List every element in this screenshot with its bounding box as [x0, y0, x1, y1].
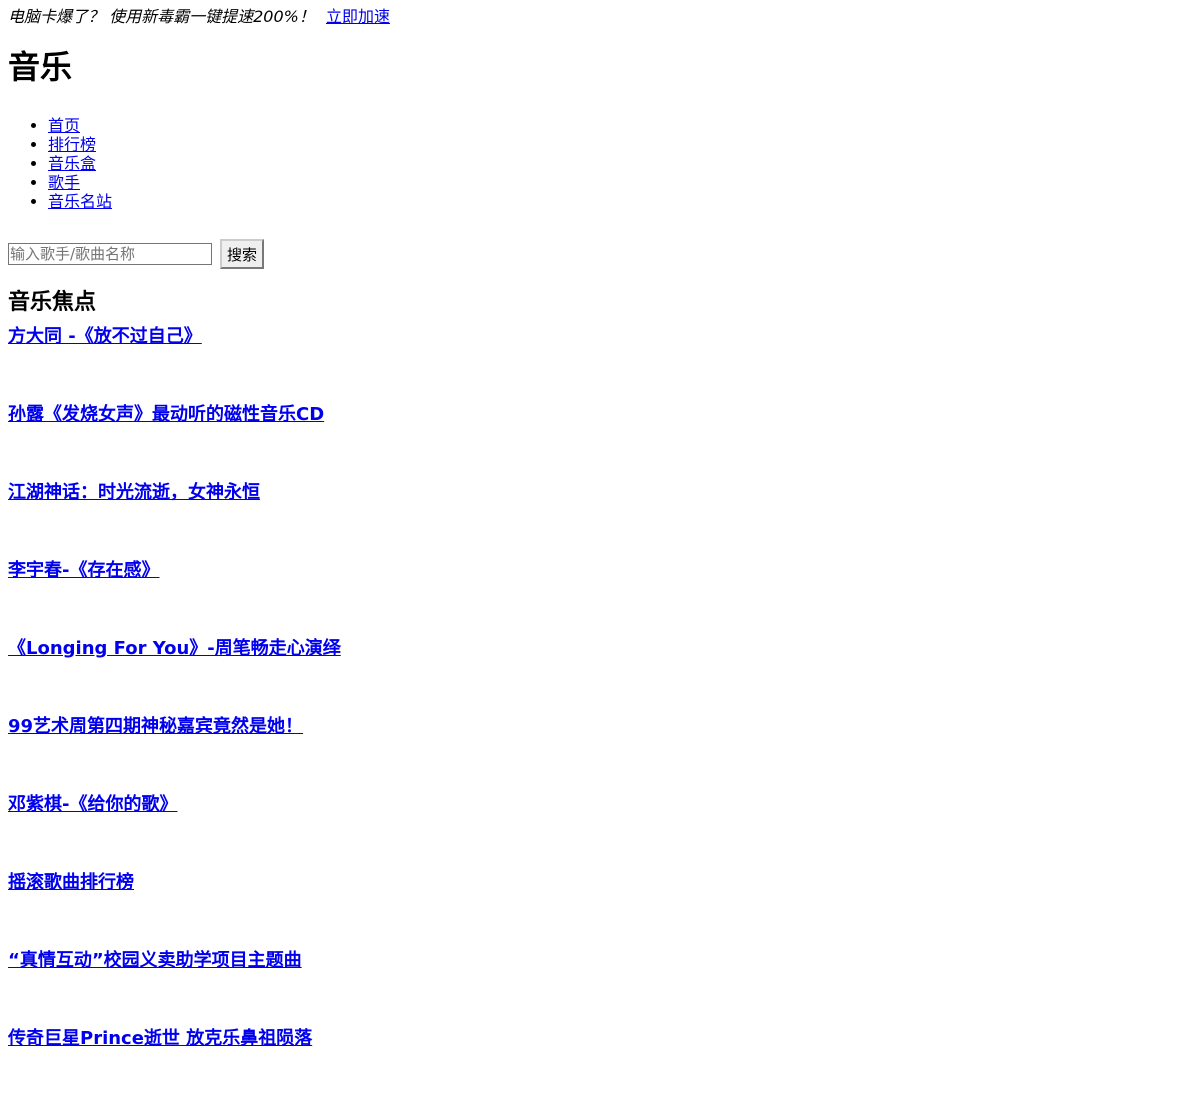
focus-item-link[interactable]: 邓紫棋-《给你的歌》: [8, 794, 177, 815]
focus-item: 孙露《发烧女声》最动听的磁性音乐CD: [8, 403, 1192, 481]
focus-item-link[interactable]: 孙露《发烧女声》最动听的磁性音乐CD: [8, 404, 324, 425]
focus-item-link[interactable]: 方大同 -《放不过自己》: [8, 326, 202, 347]
focus-item-link[interactable]: 江湖神话：时光流逝，女神永恒: [8, 482, 260, 503]
focus-item: “真情互动”校园义卖助学项目主题曲: [8, 949, 1192, 1027]
focus-item: 李宇春-《存在感》: [8, 559, 1192, 637]
focus-item-link[interactable]: 摇滚歌曲排行榜: [8, 872, 134, 893]
focus-item: 江湖神话：时光流逝，女神永恒: [8, 481, 1192, 559]
focus-item: 邓紫棋-《给你的歌》: [8, 793, 1192, 871]
main-nav: 首页 排行榜 音乐盒 歌手 音乐名站: [8, 116, 1192, 211]
promo-banner: 电脑卡爆了？ 使用新毒霸一键提速200%！ 立即加速: [8, 6, 1192, 28]
focus-item: 方大同 -《放不过自己》: [8, 325, 1192, 403]
focus-item-link[interactable]: 《Longing For You》-周笔畅走心演绎: [8, 638, 341, 659]
focus-item: 99艺术周第四期神秘嘉宾竟然是她！: [8, 715, 1192, 793]
nav-item-charts: 排行榜: [48, 135, 1192, 154]
focus-item-link[interactable]: 99艺术周第四期神秘嘉宾竟然是她！: [8, 716, 303, 737]
nav-item-singers: 歌手: [48, 173, 1192, 192]
focus-item-link[interactable]: “真情互动”校园义卖助学项目主题曲: [8, 950, 302, 971]
focus-item: 《Longing For You》-周笔畅走心演绎: [8, 637, 1192, 715]
focus-list: 方大同 -《放不过自己》 孙露《发烧女声》最动听的磁性音乐CD 江湖神话：时光流…: [8, 325, 1192, 1105]
site-title: 音乐: [8, 48, 73, 86]
nav-link-music-box[interactable]: 音乐盒: [48, 154, 96, 173]
nav-link-music-sites[interactable]: 音乐名站: [48, 192, 112, 211]
promo-text: 电脑卡爆了？ 使用新毒霸一键提速200%！: [8, 7, 315, 26]
focus-item-link[interactable]: 传奇巨星Prince逝世 放克乐鼻祖陨落: [8, 1028, 312, 1049]
focus-item: 传奇巨星Prince逝世 放克乐鼻祖陨落: [8, 1027, 1192, 1105]
nav-link-singers[interactable]: 歌手: [48, 173, 80, 192]
focus-heading: 音乐焦点: [8, 290, 97, 315]
nav-link-charts[interactable]: 排行榜: [48, 135, 96, 154]
focus-item-link[interactable]: 李宇春-《存在感》: [8, 560, 159, 581]
nav-item-home: 首页: [48, 116, 1192, 135]
nav-link-home[interactable]: 首页: [48, 116, 80, 135]
focus-item: 摇滚歌曲排行榜: [8, 871, 1192, 949]
search-input[interactable]: [8, 243, 212, 265]
promo-speedup-link[interactable]: 立即加速: [326, 7, 390, 26]
search-form: 搜索: [8, 239, 1192, 269]
search-button[interactable]: 搜索: [220, 239, 265, 269]
nav-item-music-sites: 音乐名站: [48, 192, 1192, 211]
nav-item-music-box: 音乐盒: [48, 154, 1192, 173]
